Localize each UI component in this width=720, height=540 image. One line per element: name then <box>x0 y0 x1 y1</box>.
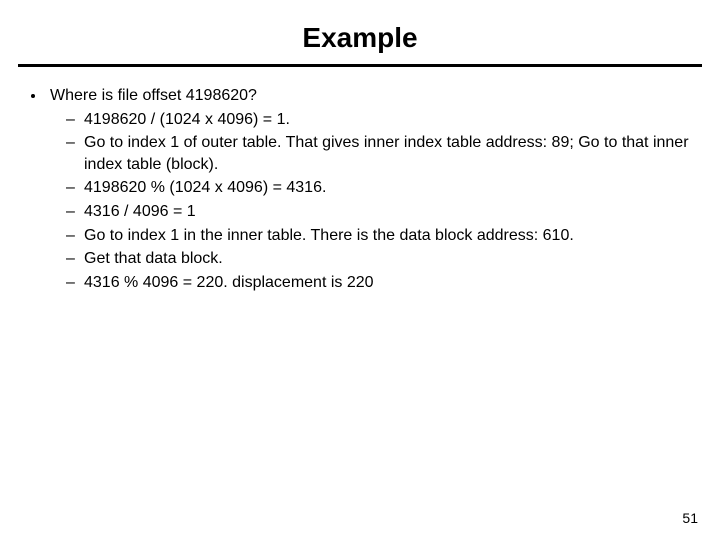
list-item: 4316 / 4096 = 1 <box>66 201 694 223</box>
list-item: Go to index 1 in the inner table. There … <box>66 225 694 247</box>
slide-title: Example <box>0 0 720 64</box>
list-item: Get that data block. <box>66 248 694 270</box>
list-item-text: 4316 / 4096 = 1 <box>84 203 196 220</box>
title-underline <box>18 64 702 67</box>
list-item: Go to index 1 of outer table. That gives… <box>66 132 694 175</box>
list-item: 4198620 % (1024 x 4096) = 4316. <box>66 177 694 199</box>
list-item-text: 4198620 % (1024 x 4096) = 4316. <box>84 179 326 196</box>
bullet-list-outer: Where is file offset 4198620? 4198620 / … <box>26 85 694 293</box>
list-item-text: Get that data block. <box>84 250 223 267</box>
page-number: 51 <box>682 510 698 526</box>
list-item-text: Go to index 1 of outer table. That gives… <box>84 134 689 173</box>
list-item-text: 4316 % 4096 = 220. displacement is 220 <box>84 274 374 291</box>
bullet-lead-text: Where is file offset 4198620? <box>50 87 257 104</box>
list-item-text: Go to index 1 in the inner table. There … <box>84 227 574 244</box>
list-item-text: 4198620 / (1024 x 4096) = 1. <box>84 111 290 128</box>
list-item: 4316 % 4096 = 220. displacement is 220 <box>66 272 694 294</box>
slide-content: Where is file offset 4198620? 4198620 / … <box>0 85 720 293</box>
list-item: 4198620 / (1024 x 4096) = 1. <box>66 109 694 131</box>
slide: Example Where is file offset 4198620? 41… <box>0 0 720 540</box>
bullet-list-inner: 4198620 / (1024 x 4096) = 1. Go to index… <box>50 109 694 294</box>
bullet-lead: Where is file offset 4198620? 4198620 / … <box>46 85 694 293</box>
